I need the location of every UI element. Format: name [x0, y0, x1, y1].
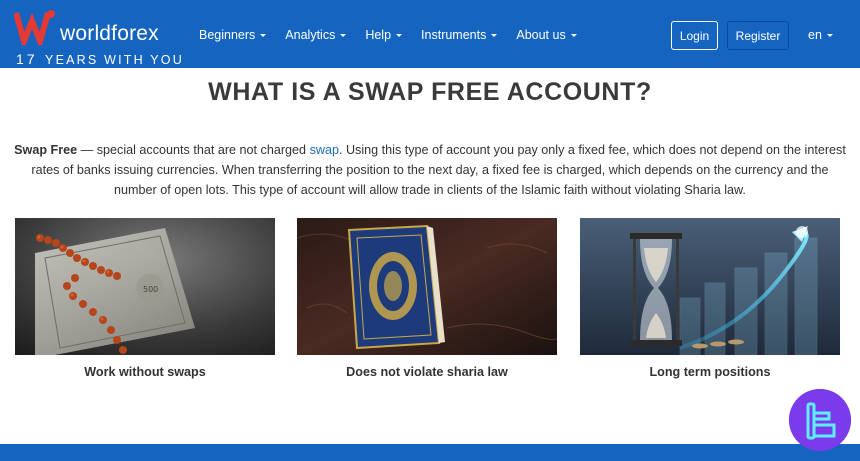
- footer-bar: [0, 444, 860, 461]
- site-header: worldforex 17 YEARS WITH YOU Beginners A…: [0, 0, 860, 68]
- nav-item-label: Instruments: [421, 28, 487, 42]
- swap-link[interactable]: swap: [310, 143, 339, 157]
- worldforex-w-icon: [14, 10, 55, 45]
- chevron-down-icon: [570, 33, 577, 37]
- prayer-beads-banknote-image: 500: [15, 218, 275, 355]
- card-caption: Long term positions: [649, 365, 771, 379]
- feature-card-1: 500 Work without swaps: [15, 218, 275, 379]
- chevron-down-icon: [826, 33, 833, 37]
- chevron-down-icon: [260, 33, 267, 37]
- hourglass-growth-chart-image: [580, 218, 840, 355]
- feature-card-2: Does not violate sharia law: [297, 218, 557, 379]
- tradingfinder-logo-icon[interactable]: [789, 389, 851, 451]
- chevron-down-icon: [396, 33, 403, 37]
- logo-wordmark: worldforex: [60, 22, 159, 45]
- nav-item-instruments[interactable]: Instruments: [421, 28, 498, 42]
- register-button[interactable]: Register: [727, 21, 789, 50]
- nav-item-help[interactable]: Help: [365, 28, 403, 42]
- desc-bold-term: Swap Free: [14, 143, 78, 157]
- intro-paragraph: Swap Free — special accounts that are no…: [14, 140, 846, 200]
- logo-years-text: YEARS WITH YOU: [45, 53, 184, 67]
- login-button[interactable]: Login: [671, 21, 718, 50]
- card-caption: Does not violate sharia law: [346, 365, 508, 379]
- nav-item-label: Help: [365, 28, 392, 42]
- main-nav: Beginners Analytics Help Instruments Abo…: [199, 28, 596, 42]
- desc-text-1: — special accounts that are not charged: [77, 143, 310, 157]
- nav-item-label: Analytics: [285, 28, 336, 42]
- chevron-down-icon: [491, 33, 498, 37]
- logo-years-number: 17: [16, 51, 38, 67]
- svg-text:500: 500: [143, 285, 158, 294]
- nav-item-analytics[interactable]: Analytics: [285, 28, 347, 42]
- nav-item-label: Beginners: [199, 28, 256, 42]
- chevron-down-icon: [340, 33, 347, 37]
- nav-item-beginners[interactable]: Beginners: [199, 28, 267, 42]
- feature-card-3: Long term positions: [580, 218, 840, 379]
- nav-item-about-us[interactable]: About us: [516, 28, 577, 42]
- logo-tagline: 17 YEARS WITH YOU: [16, 51, 184, 67]
- card-caption: Work without swaps: [84, 365, 206, 379]
- site-logo[interactable]: worldforex 17 YEARS WITH YOU: [14, 7, 182, 67]
- quran-book-image: [297, 218, 557, 355]
- language-selector[interactable]: en: [808, 28, 833, 42]
- nav-item-label: About us: [516, 28, 566, 42]
- page-title: WHAT IS A SWAP FREE ACCOUNT?: [208, 78, 652, 106]
- language-label: en: [808, 28, 822, 42]
